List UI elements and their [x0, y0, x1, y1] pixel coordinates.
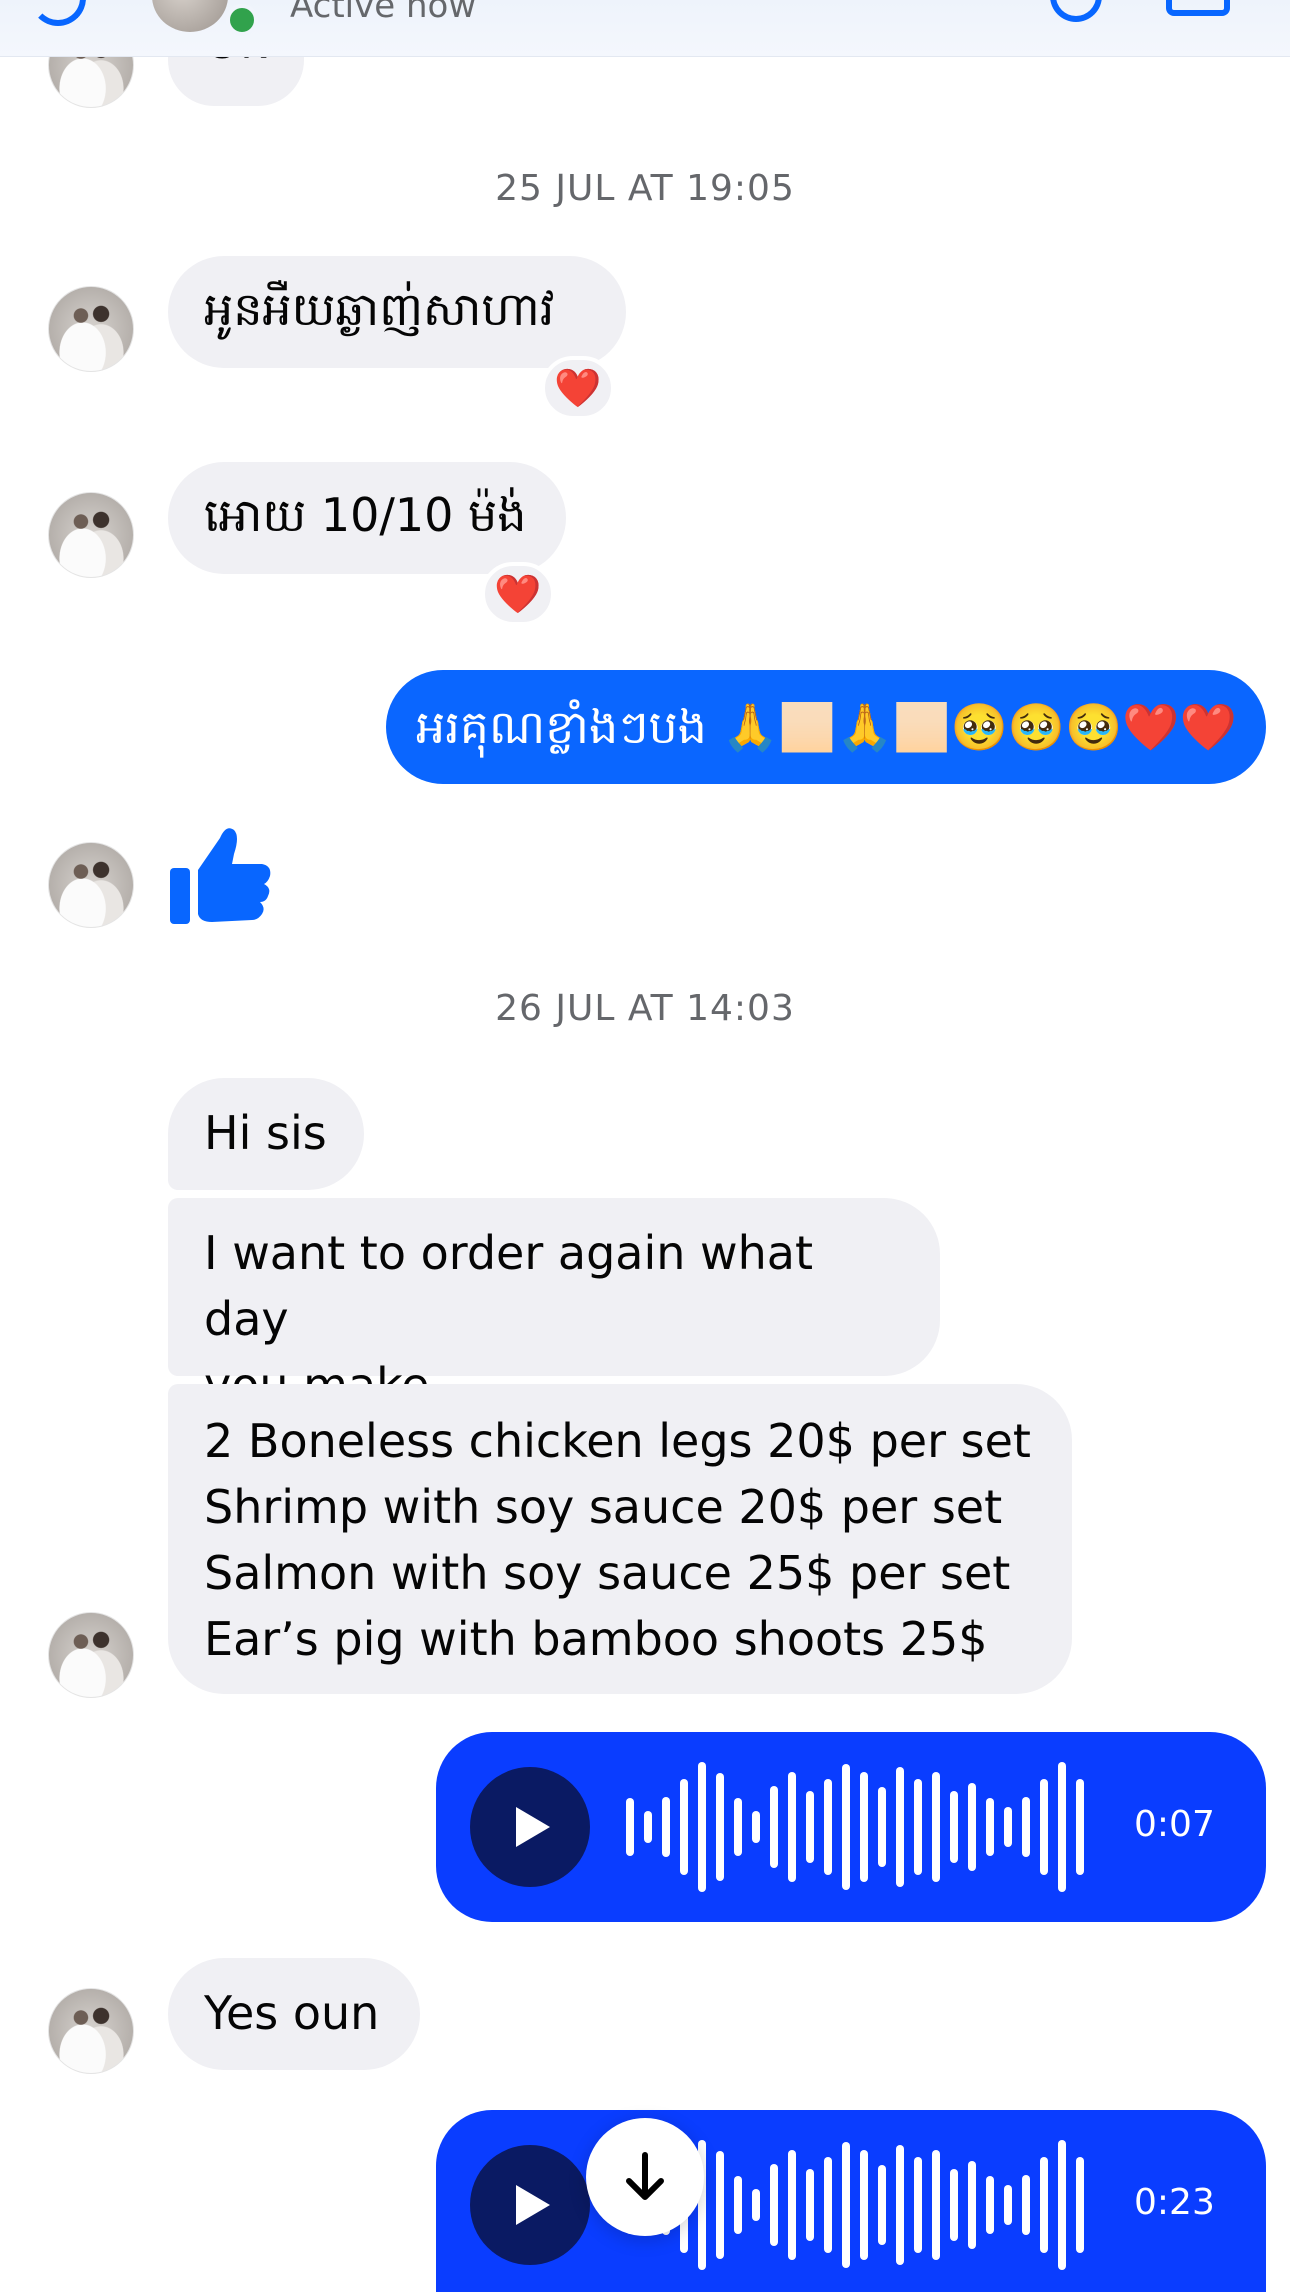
message-text: អូនអឺយឆ្ងាញ់សាហាវ	[204, 282, 555, 336]
contact-avatar[interactable]	[152, 0, 228, 32]
voice-message-outgoing[interactable]: 0:07	[436, 1732, 1266, 1922]
message-bubble-incoming[interactable]: Yes oun	[168, 1958, 420, 2070]
contact-status: Active now	[290, 0, 477, 26]
waveform[interactable]	[626, 1752, 1096, 1902]
message-text-line: Shrimp with soy sauce 20$ per set	[204, 1480, 1003, 1534]
message-bubble-outgoing[interactable]: អរគុណខ្លាំងៗបង 🙏🏻🙏🏻🥹🥹🥹❤️❤️	[386, 670, 1266, 784]
message-text-line: Ear’s pig with bamboo shoots 25$	[204, 1612, 988, 1666]
heart-icon: ❤️	[554, 365, 602, 410]
heart-icon: ❤️	[494, 571, 542, 616]
sender-avatar[interactable]	[48, 1988, 134, 2074]
message-bubble-incoming[interactable]: អោយ 10/10 ម៉ង់	[168, 462, 566, 574]
timestamp-divider: 26 JUL AT 14:03	[495, 988, 795, 1029]
sender-avatar[interactable]	[48, 842, 134, 928]
message-text: Yes oun	[204, 1986, 380, 2040]
play-button[interactable]	[470, 2145, 590, 2265]
message-bubble-incoming[interactable]: Hi sis	[168, 1078, 364, 1190]
play-button[interactable]	[470, 1767, 590, 1887]
chat-header: Active now	[0, 0, 1290, 57]
message-text-line: Salmon with soy sauce 25$ per set	[204, 1546, 1011, 1600]
message-text: អរគុណខ្លាំងៗបង 🙏🏻🙏🏻🥹🥹🥹❤️❤️	[416, 700, 1237, 754]
sender-avatar[interactable]	[48, 1612, 134, 1698]
message-text: អោយ 10/10 ម៉ង់	[204, 488, 527, 542]
play-icon	[516, 2185, 550, 2225]
timestamp-divider: 25 JUL AT 19:05	[495, 168, 795, 209]
thumbs-up-icon[interactable]	[168, 818, 278, 928]
message-text-line: 2 Boneless chicken legs 20$ per set	[204, 1414, 1031, 1468]
message-text: Hi sis	[204, 1106, 327, 1160]
audio-duration: 0:23	[1134, 2182, 1215, 2223]
sender-avatar[interactable]	[48, 492, 134, 578]
message-text-line: I want to order again what day	[204, 1226, 814, 1346]
message-bubble-incoming[interactable]: I want to order again what day you make	[168, 1198, 940, 1412]
arrow-down-icon	[626, 2152, 664, 2200]
message-bubble-incoming[interactable]: 2 Boneless chicken legs 20$ per set Shri…	[168, 1384, 1072, 1694]
sender-avatar[interactable]	[48, 286, 134, 372]
heart-reaction[interactable]: ❤️	[541, 356, 615, 420]
message-bubble-incoming[interactable]: អូនអឺយឆ្ងាញ់សាហាវ	[168, 256, 626, 368]
voice-message-outgoing[interactable]: 0:23	[436, 2110, 1266, 2292]
back-arrow-icon[interactable]	[30, 0, 86, 26]
video-icon[interactable]	[1166, 0, 1230, 16]
scroll-to-bottom-button[interactable]	[586, 2118, 704, 2236]
audio-duration: 0:07	[1134, 1804, 1215, 1845]
online-indicator	[226, 4, 258, 36]
heart-reaction[interactable]: ❤️	[481, 562, 555, 626]
phone-icon[interactable]	[1050, 0, 1102, 22]
play-icon	[516, 1807, 550, 1847]
